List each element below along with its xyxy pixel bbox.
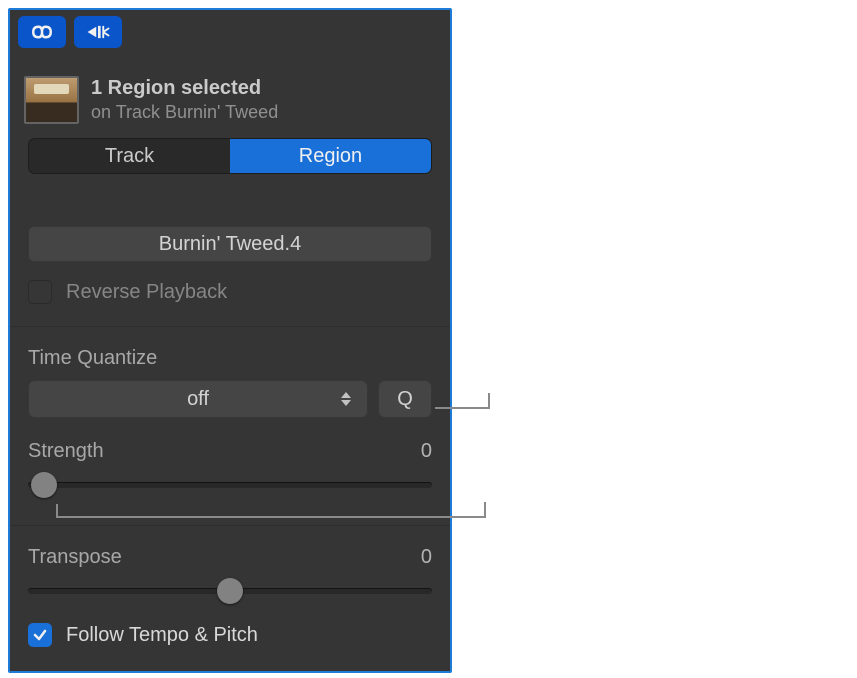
reverse-playback-checkbox[interactable] [28,280,52,304]
reverse-playback-row: Reverse Playback [28,280,432,304]
loop-mode-button[interactable] [18,16,66,48]
catch-playhead-button[interactable] [74,16,122,48]
track-thumbnail-icon [24,76,79,124]
region-name-field[interactable]: Burnin' Tweed.4 [28,226,432,262]
time-quantize-popup[interactable]: off [28,380,368,418]
chevron-up-icon [341,392,351,398]
inspector-toolbar [10,10,450,58]
selection-title: 1 Region selected [91,77,278,100]
tab-region[interactable]: Region [230,139,431,173]
selection-subtitle: on Track Burnin' Tweed [91,102,278,123]
time-quantize-value: off [187,388,209,411]
callout-line [56,516,486,518]
track-region-segmented: Track Region [28,138,432,174]
checkmark-icon [32,627,48,643]
follow-tempo-pitch-checkbox[interactable] [28,623,52,647]
callout-line [488,393,490,409]
strength-value: 0 [421,440,432,463]
follow-tempo-pitch-label: Follow Tempo & Pitch [66,624,258,647]
transpose-slider[interactable] [28,577,432,605]
selection-header: 1 Region selected on Track Burnin' Tweed [10,58,450,132]
quantize-button[interactable]: Q [378,380,432,418]
slider-thumb[interactable] [217,578,243,604]
transpose-value: 0 [421,546,432,569]
slider-track [28,482,432,488]
loop-icon [28,22,56,42]
time-quantize-label: Time Quantize [28,347,432,370]
strength-label: Strength [28,440,104,463]
catch-playhead-icon [84,22,112,42]
callout-line [435,407,490,409]
transpose-label: Transpose [28,546,122,569]
region-inspector-panel: 1 Region selected on Track Burnin' Tweed… [8,8,452,673]
strength-slider[interactable] [28,471,432,499]
chevron-down-icon [341,400,351,406]
callout-line [484,502,486,518]
stepper-icon [341,381,357,417]
tab-track[interactable]: Track [29,139,230,173]
reverse-playback-label: Reverse Playback [66,281,227,304]
slider-thumb[interactable] [31,472,57,498]
